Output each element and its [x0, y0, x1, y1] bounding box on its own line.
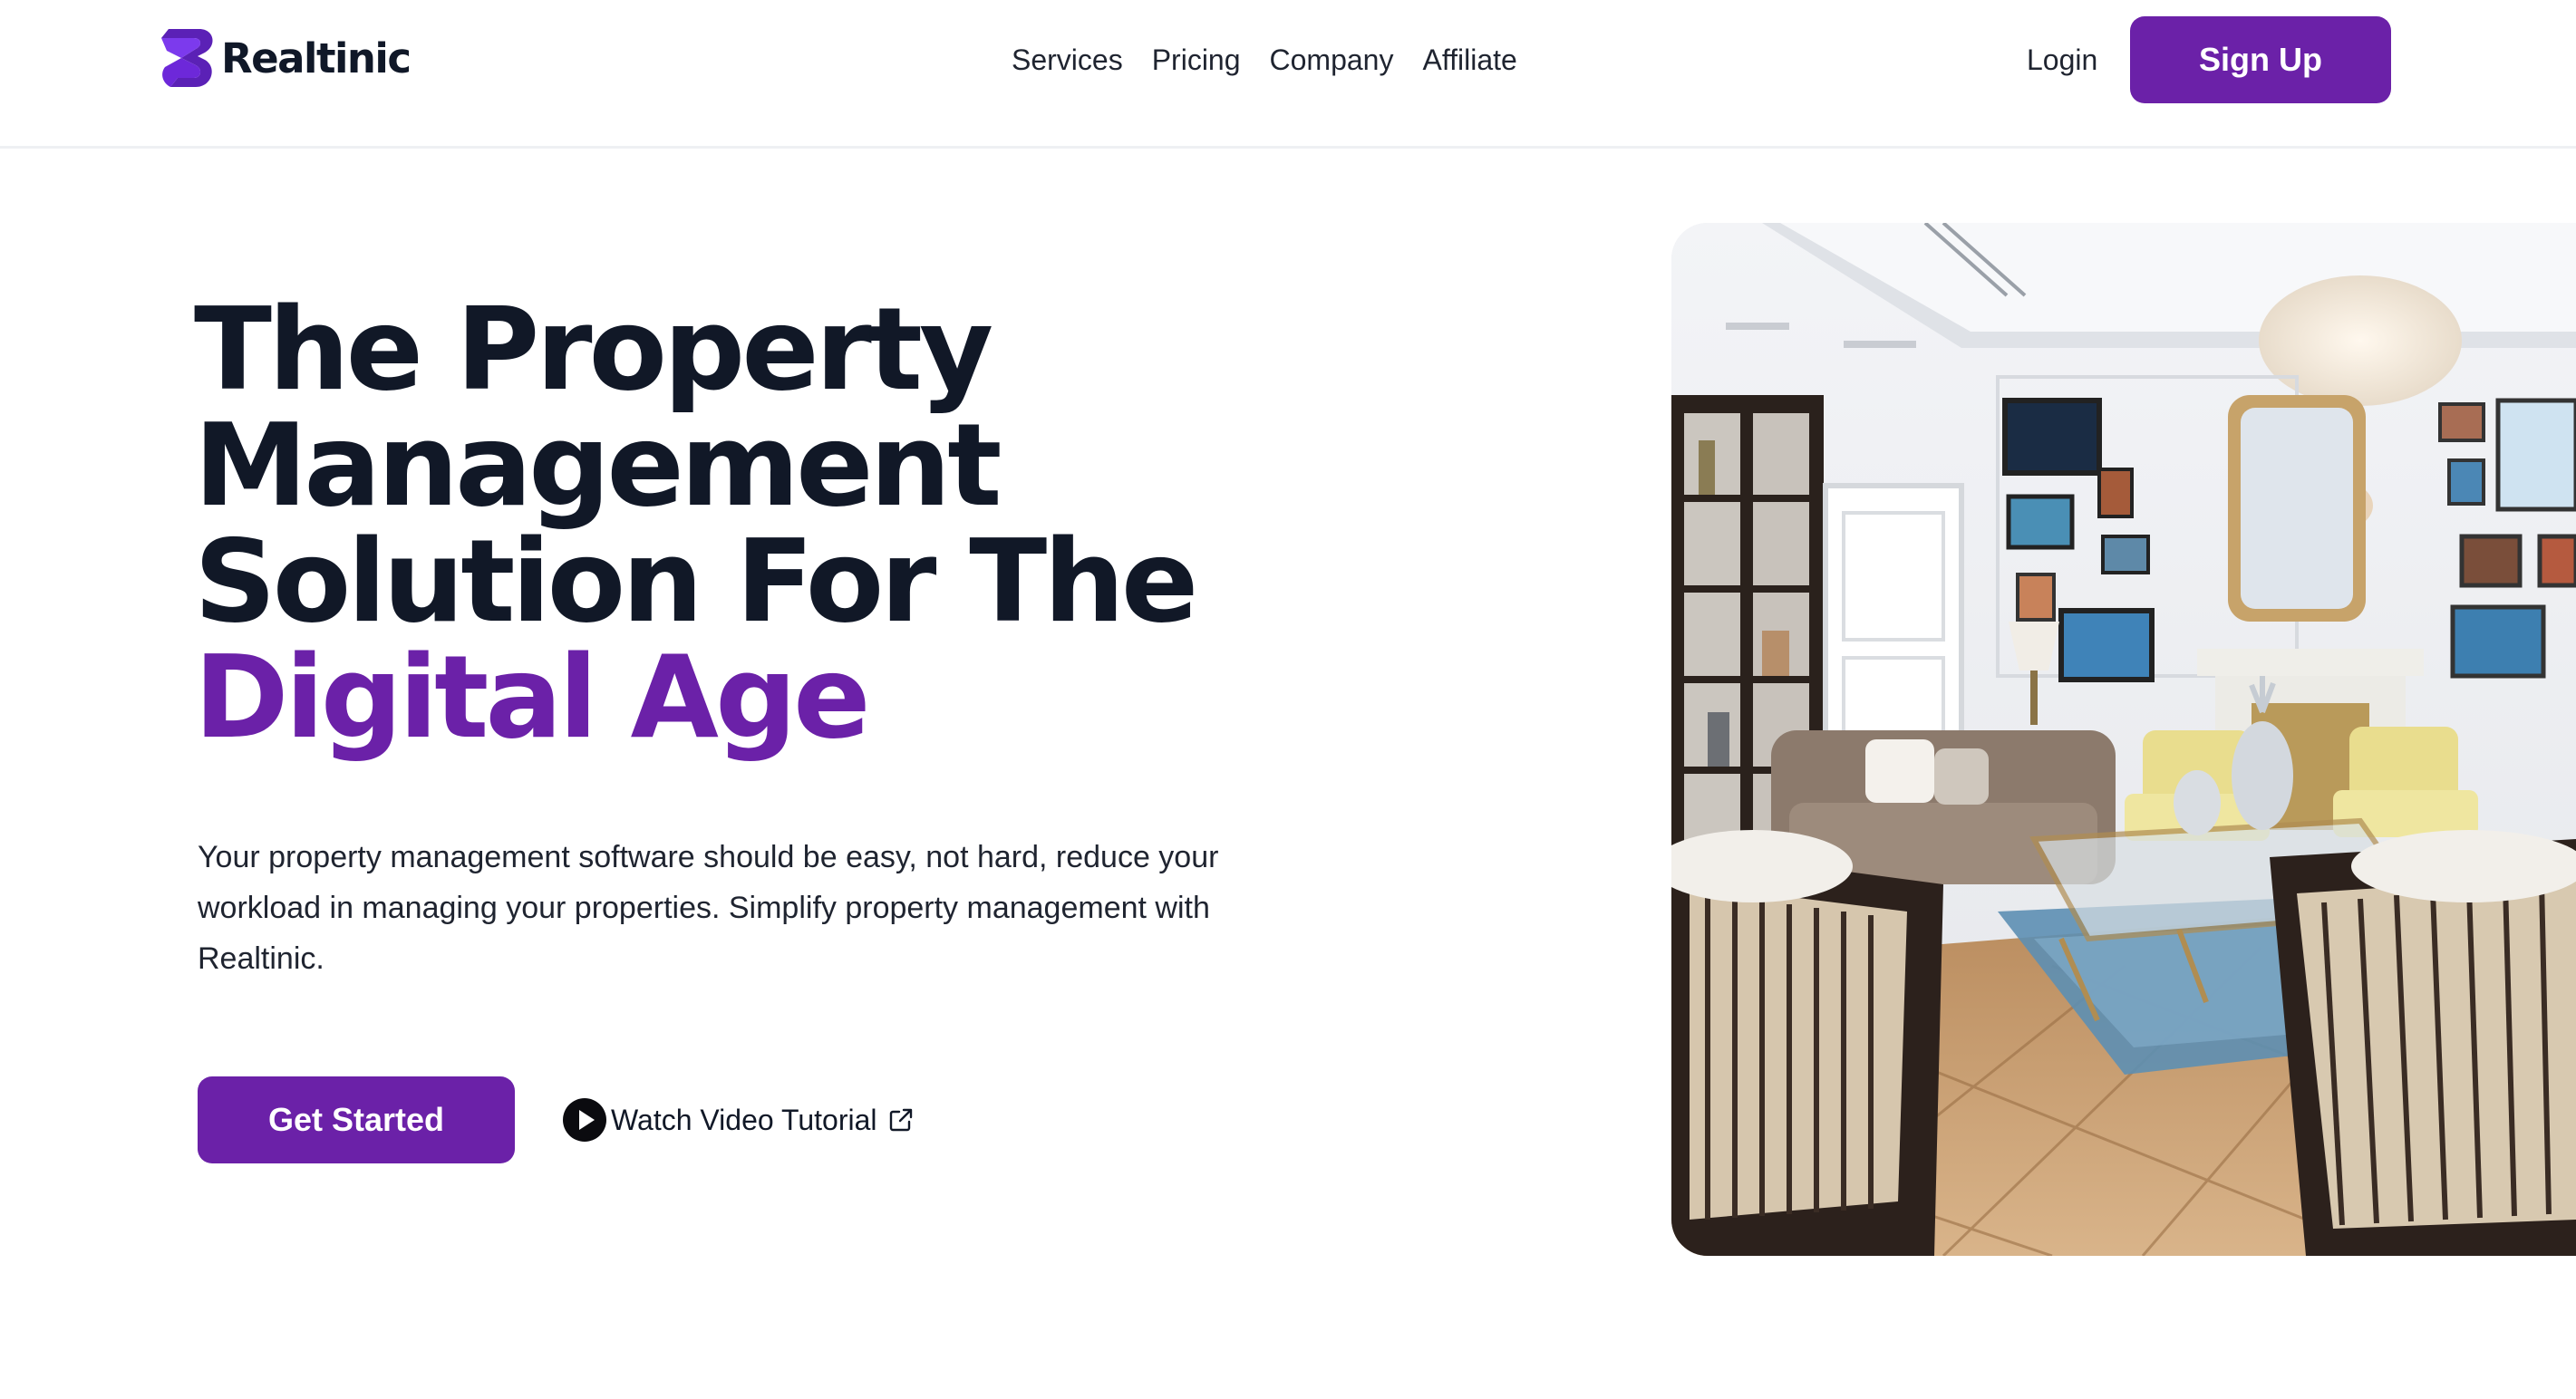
hero-description: Your property management software should… — [198, 840, 1219, 976]
hero-title-accent: Digital Age — [194, 631, 871, 764]
nav-affiliate[interactable]: Affiliate — [1422, 42, 1516, 78]
sign-up-button[interactable]: Sign Up — [2130, 16, 2391, 103]
nav-pricing[interactable]: Pricing — [1152, 42, 1241, 78]
hero-title-line-3: Solution For The — [194, 515, 1198, 648]
living-room-illustration — [1671, 223, 2576, 1256]
watch-video-tutorial-link[interactable]: Watch Video Tutorial — [562, 1097, 915, 1143]
nav-services[interactable]: Services — [1012, 42, 1123, 78]
brand-name: Realtinic — [221, 34, 412, 82]
login-link[interactable]: Login — [2027, 42, 2097, 78]
get-started-button[interactable]: Get Started — [198, 1076, 515, 1163]
nav-company[interactable]: Company — [1270, 42, 1394, 78]
watch-video-label: Watch Video Tutorial — [611, 1103, 877, 1136]
hero-title-line-2: Management — [194, 399, 1002, 532]
play-circle-icon — [563, 1098, 606, 1142]
living-room-photo — [1671, 223, 2576, 1256]
hero-title-line-1: The Property — [194, 283, 993, 416]
site-header: Realtinic Services Pricing Company Affil… — [0, 0, 2576, 149]
realtinic-logo-icon — [161, 29, 213, 87]
external-link-icon — [890, 1108, 913, 1132]
cta-row: Get Started Watch Video Tutorial — [198, 1076, 915, 1163]
main-nav: Services Pricing Company Affiliate — [1012, 42, 1546, 78]
hero-title: The Property Management Solution For The… — [194, 292, 1282, 756]
brand-logo-link[interactable]: Realtinic — [158, 25, 412, 91]
